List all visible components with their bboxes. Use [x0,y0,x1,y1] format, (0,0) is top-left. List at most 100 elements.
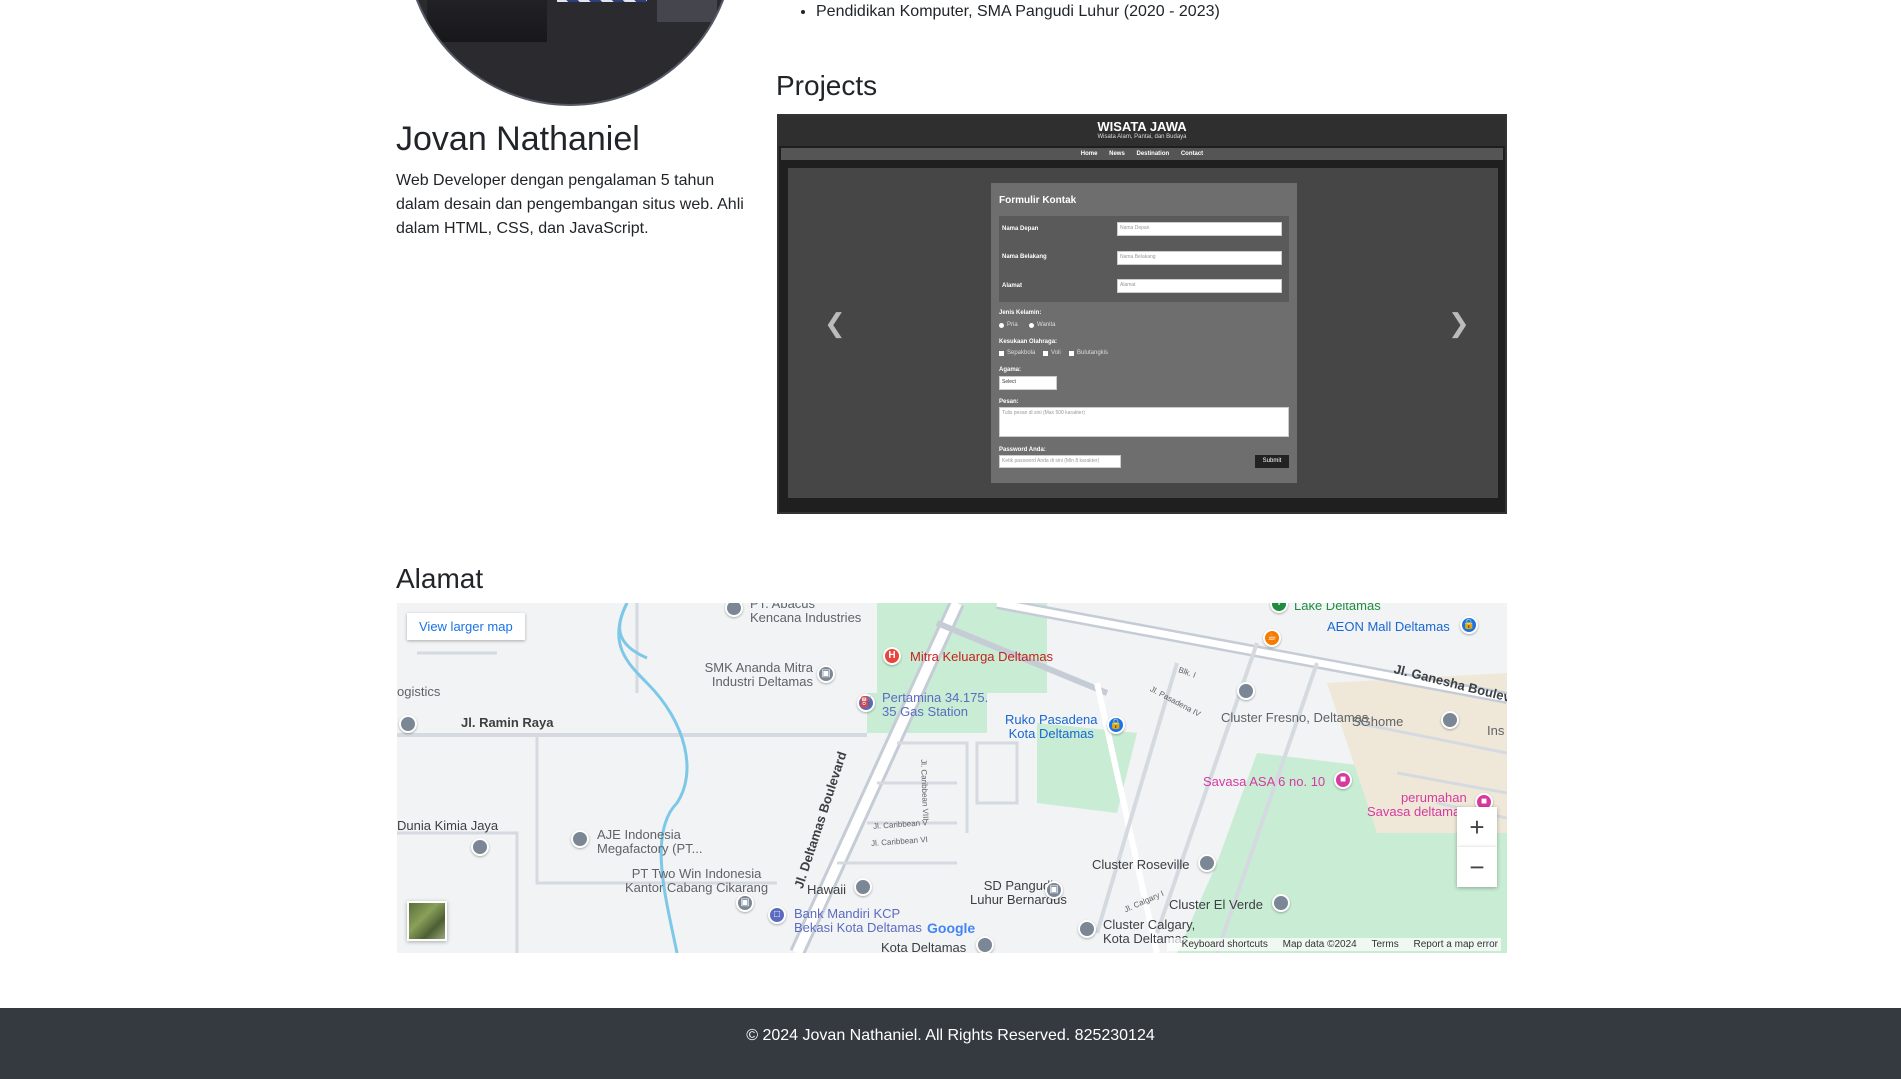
poi-pertamina[interactable]: Pertamina 34.175. 35 Gas Station [882,691,988,719]
road-ramin: Jl. Ramin Raya [461,715,554,730]
contact-form-preview: Formulir Kontak Nama Depan Nama Depan Na… [991,183,1297,483]
address-label: Alamat [1002,283,1023,289]
profile-name: Jovan Nathaniel [396,120,640,158]
poi-mandiri[interactable]: Bank Mandiri KCP Bekasi Kota Deltamas [794,907,922,935]
roseville-pin-icon[interactable] [1198,854,1216,872]
hawaii-pin-icon[interactable] [854,878,872,896]
poi-mitra[interactable]: Mitra Keluarga Deltamas [910,650,1053,664]
poi-fresno[interactable]: Cluster Fresno, Deltamas [1221,711,1368,725]
google-logo: Google [927,920,975,936]
sghome-pin-icon[interactable] [1441,711,1459,729]
map-data-text: Map data ©2024 [1282,939,1357,950]
kota-pin-icon[interactable] [976,936,994,953]
form-title: Formulir Kontak [999,195,1077,206]
terms-link[interactable]: Terms [1372,939,1399,950]
project-nav-home: Home [1080,151,1098,157]
poi-ruko[interactable]: Ruko Pasadena Kota Deltamas [1005,713,1098,741]
last-name-field: Nama Belakang [1117,251,1282,265]
poi-aje[interactable]: AJE Indonesia Megafactory (PT... [597,828,702,856]
zoom-in-button[interactable]: + [1457,807,1497,847]
address-field: Alamat [1117,279,1282,293]
poi-savasa-asa[interactable]: Savasa ASA 6 no. 10 [1203,775,1325,789]
first-name-field: Nama Depan [1117,222,1282,236]
view-larger-map-link[interactable]: View larger map [407,613,525,640]
password-field: Ketik password Anda di sini (Min 8 karak… [999,455,1121,468]
projects-heading: Projects [776,70,878,101]
education-list: Pendidikan Komputer, SMA Pangudi Luhur (… [816,0,1220,24]
poi-aeon[interactable]: AEON Mall Deltamas [1327,620,1450,634]
project-nav-news: News [1109,151,1125,157]
shop-pin-icon[interactable]: 🔒 [1107,716,1125,734]
elverde-pin-icon[interactable] [1272,894,1290,912]
cafe-pin-icon[interactable]: ☕ [1263,629,1281,647]
footer-copyright: © 2024 Jovan Nathaniel. All Rights Reser… [746,1027,1155,1044]
project-site-nav: Home News Destination Contact [781,148,1503,160]
poi-sghome[interactable]: SGhome [1352,715,1403,729]
poi-elverde[interactable]: Cluster El Verde [1169,898,1263,912]
poi-lake[interactable]: Lake Deltamas [1294,603,1381,613]
aje-pin-icon[interactable] [571,830,589,848]
last-name-label: Nama Belakang [1002,254,1047,260]
poi-dunia[interactable]: Dunia Kimia Jaya [397,819,498,833]
poi-hawaii[interactable]: Hawaii [807,883,846,897]
sport-check-bulutangkis [1069,351,1074,356]
religion-label: Agama: [999,367,1022,373]
project-screenshot: WISATA JAWA Wisata Alam, Pantai, dan Bud… [777,114,1507,514]
poi-logistics[interactable]: ogistics [397,685,440,699]
site-footer: © 2024 Jovan Nathaniel. All Rights Reser… [0,1008,1901,1079]
gender-pria-label: Pria [1007,322,1018,328]
gender-radio-pria [999,323,1004,328]
gender-radio-wanita [1029,323,1034,328]
map-layer-toggle[interactable] [407,901,447,941]
gas-station-pin-icon[interactable]: ⛽ [857,694,875,712]
poi-ins[interactable]: Ins [1487,724,1504,738]
poi-twowin[interactable]: PT Two Win Indonesia Kantor Cabang Cikara… [625,867,768,895]
project-carousel: ❮ ❯ Formulir Kontak Nama Depan Nama Depa… [788,168,1498,498]
zoom-out-button[interactable]: − [1457,847,1497,887]
sport-bulutangkis-label: Bulutangkis [1077,350,1109,356]
gender-label: Jenis Kelamin: [999,310,1042,316]
address-heading: Alamat [396,563,484,594]
poi-kota[interactable]: Kota Deltamas [881,941,966,954]
mall-pin-icon[interactable]: 🔒 [1460,616,1478,634]
sport-check-sepakbola [999,351,1004,356]
submit-button: Submit [1255,455,1289,468]
sport-sepakbola-label: Sepakbola [1007,350,1036,356]
ramin-pin-icon[interactable] [399,715,417,733]
education-item: Pendidikan Komputer, SMA Pangudi Luhur (… [816,0,1220,24]
hospital-pin-icon[interactable]: H [883,647,901,665]
password-label: Password Anda: [999,447,1046,453]
project-nav-destination: Destination [1136,151,1170,157]
project-site-header: WISATA JAWA Wisata Alam, Pantai, dan Bud… [779,116,1505,146]
fresno-pin-icon[interactable] [1237,682,1255,700]
keyboard-shortcuts-link[interactable]: Keyboard shortcuts [1182,939,1268,950]
carousel-prev-icon[interactable]: ❮ [824,308,846,339]
poi-roseville[interactable]: Cluster Roseville [1092,858,1190,872]
report-error-link[interactable]: Report a map error [1414,939,1498,950]
religion-select: Select [999,376,1057,390]
embedded-map[interactable]: View larger map PT. Abacus Kencana Indust… [397,603,1507,953]
hotel-pin-icon[interactable]: ■ [1334,771,1352,789]
carousel-next-icon[interactable]: ❯ [1448,308,1470,339]
project-site-title: WISATA JAWA [1097,119,1187,134]
message-field: Tulis pesan di sini (Max 500 karakter) [999,407,1289,437]
poi-abacus[interactable]: PT. Abacus Kencana Industries [750,603,861,625]
road-caribbean-viii: Jl. Caribbean VIII [919,759,931,821]
bank-pin-icon[interactable]: □ [768,906,786,924]
message-label: Pesan: [999,399,1019,405]
sport-label: Kesukaan Olahraga: [999,339,1058,345]
poi-smk[interactable]: SMK Ananda Mitra Industri Deltamas [705,661,813,689]
gender-wanita-label: Wanita [1037,322,1056,328]
google-logo-text: Google [927,920,976,936]
calgary-pin-icon[interactable] [1078,920,1096,938]
twowin-pin-icon[interactable]: ▣ [736,894,754,912]
project-site-subtitle: Wisata Alam, Pantai, dan Budaya [1097,134,1187,140]
sd-pin-icon[interactable]: ▣ [1045,881,1063,899]
school-pin-icon[interactable]: ▣ [817,665,835,683]
poi-perumahan[interactable]: perumahan Savasa deltamas [1367,791,1467,819]
form-name-group: Nama Depan Nama Depan Nama Belakang Nama… [999,216,1289,302]
dunia-pin-icon[interactable] [471,838,489,856]
profile-photo [405,0,735,106]
first-name-label: Nama Depan [1002,226,1039,232]
sport-check-voli [1043,351,1048,356]
